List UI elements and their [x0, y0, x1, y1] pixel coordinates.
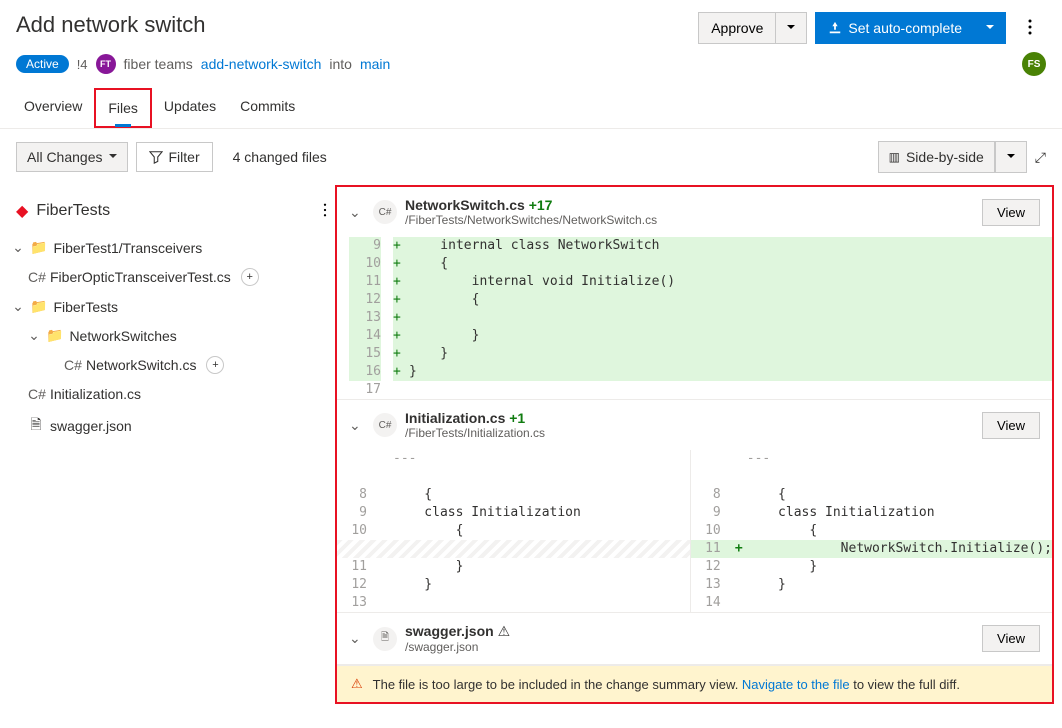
into-text: into	[329, 56, 352, 72]
chevron-down-icon	[986, 20, 994, 36]
view-mode-chevron[interactable]	[995, 141, 1027, 173]
changes-dropdown[interactable]: All Changes	[16, 142, 128, 172]
tree-item-label: NetworkSwitch.cs	[86, 357, 196, 373]
view-file-button[interactable]: View	[982, 625, 1040, 652]
tab-updates[interactable]: Updates	[152, 88, 228, 128]
folder-icon: 📁	[30, 298, 47, 315]
kebab-icon	[1028, 19, 1032, 35]
fullscreen-button[interactable]: ⤢	[1035, 149, 1046, 166]
collapse-file-button[interactable]: ⌄	[349, 204, 365, 221]
tree-folder[interactable]: ⌄ 📁 NetworkSwitches	[8, 321, 335, 350]
view-file-button[interactable]: View	[982, 412, 1040, 439]
folder-icon: 📁	[30, 239, 47, 256]
csharp-file-icon: C#	[28, 386, 44, 402]
approve-button[interactable]: Approve	[698, 12, 775, 44]
approve-split-button[interactable]: Approve	[698, 12, 807, 44]
tree-file[interactable]: 🗎 swagger.json	[8, 408, 335, 444]
team-name: fiber teams	[124, 56, 193, 72]
file-delta: +17	[529, 197, 553, 213]
chevron-down-icon	[1007, 149, 1015, 165]
tab-commits[interactable]: Commits	[228, 88, 307, 128]
csharp-file-icon: C#	[28, 269, 44, 285]
large-file-warning: ⚠ The file is too large to be included in…	[337, 665, 1052, 702]
tab-files[interactable]: Files	[94, 88, 152, 128]
repo-icon: ◆	[16, 201, 28, 221]
file-name: NetworkSwitch.cs	[405, 197, 525, 213]
tab-overview[interactable]: Overview	[12, 88, 94, 128]
changed-files-count: 4 changed files	[233, 149, 327, 165]
file-card: ⌄ C# NetworkSwitch.cs +17/FiberTests/Netwo…	[337, 187, 1052, 400]
file-type-badge: C#	[373, 413, 397, 437]
tree-item-label: FiberTests	[53, 299, 118, 315]
tree-item-label: FiberOpticTransceiverTest.cs	[50, 269, 231, 285]
warning-text-2: to view the full diff.	[850, 677, 960, 692]
folder-icon: 📁	[46, 327, 63, 344]
tree-file[interactable]: C# NetworkSwitch.cs +	[8, 350, 335, 380]
file-path: /FiberTests/NetworkSwitches/NetworkSwitc…	[405, 213, 657, 227]
pr-tabs: Overview Files Updates Commits	[0, 88, 1062, 129]
status-badge: Active	[16, 55, 69, 73]
repo-name: FiberTests	[36, 202, 110, 220]
autocomplete-split-button[interactable]: Set auto-complete	[815, 12, 1006, 44]
approve-chevron[interactable]	[775, 12, 807, 44]
tree-file[interactable]: C# Initialization.cs	[8, 380, 335, 408]
chevron-down-icon: ⌄	[12, 298, 24, 315]
repo-more-button[interactable]	[323, 203, 327, 220]
tree-item-label: NetworkSwitches	[69, 328, 176, 344]
chevron-down-icon: ⌄	[28, 327, 40, 344]
autocomplete-chevron[interactable]	[974, 12, 1006, 44]
side-by-side-icon: ▥	[889, 150, 900, 164]
collapse-file-button[interactable]: ⌄	[349, 417, 365, 434]
csharp-file-icon: C#	[64, 357, 80, 373]
tree-folder[interactable]: ⌄ 📁 FiberTest1/Transceivers	[8, 233, 335, 262]
file-delta: +1	[509, 410, 525, 426]
user-avatar[interactable]: FS	[1022, 52, 1046, 76]
warning-icon: ⚠	[498, 623, 511, 639]
filter-icon	[149, 150, 163, 164]
file-path: /swagger.json	[405, 640, 510, 654]
team-avatar: FT	[96, 54, 116, 74]
view-mode-dropdown[interactable]: ▥ Side-by-side	[878, 141, 1027, 173]
file-type-badge: 🗎	[373, 627, 397, 651]
target-branch-link[interactable]: main	[360, 56, 390, 72]
file-name: Initialization.cs	[405, 410, 505, 426]
collapse-file-button[interactable]: ⌄	[349, 630, 365, 647]
tree-item-label: Initialization.cs	[50, 386, 141, 402]
tree-item-label: swagger.json	[50, 418, 132, 434]
more-actions-button[interactable]	[1014, 19, 1046, 38]
file-path: /FiberTests/Initialization.cs	[405, 426, 545, 440]
file-icon: 🗎	[28, 414, 44, 438]
file-card: ⌄ C# Initialization.cs +1/FiberTests/Initi…	[337, 400, 1052, 613]
filter-button[interactable]: Filter	[136, 142, 213, 172]
autocomplete-icon	[828, 21, 842, 35]
added-badge: +	[206, 356, 224, 374]
tree-item-label: FiberTest1/Transceivers	[53, 240, 202, 256]
tree-folder[interactable]: ⌄ 📁 FiberTests	[8, 292, 335, 321]
kebab-icon	[323, 203, 327, 217]
chevron-down-icon: ⌄	[12, 239, 24, 256]
chevron-down-icon	[109, 149, 117, 165]
source-branch-link[interactable]: add-network-switch	[201, 56, 322, 72]
set-autocomplete-button[interactable]: Set auto-complete	[815, 12, 974, 44]
navigate-to-file-link[interactable]: Navigate to the file	[742, 677, 850, 692]
file-tree: ⌄ 📁 FiberTest1/Transceivers C# FiberOpticTra…	[8, 233, 335, 444]
tree-file[interactable]: C# FiberOpticTransceiverTest.cs +	[8, 262, 335, 292]
file-type-badge: C#	[373, 200, 397, 224]
warning-icon: ⚠	[351, 676, 363, 692]
added-badge: +	[241, 268, 259, 286]
chevron-down-icon	[787, 20, 795, 36]
page-title: Add network switch	[16, 12, 206, 38]
file-card: ⌄ 🗎 swagger.json ⚠/swagger.json View	[337, 613, 1052, 665]
file-name: swagger.json	[405, 623, 494, 639]
view-file-button[interactable]: View	[982, 199, 1040, 226]
pr-id: !4	[77, 57, 88, 72]
warning-text: The file is too large to be included in …	[373, 677, 742, 692]
